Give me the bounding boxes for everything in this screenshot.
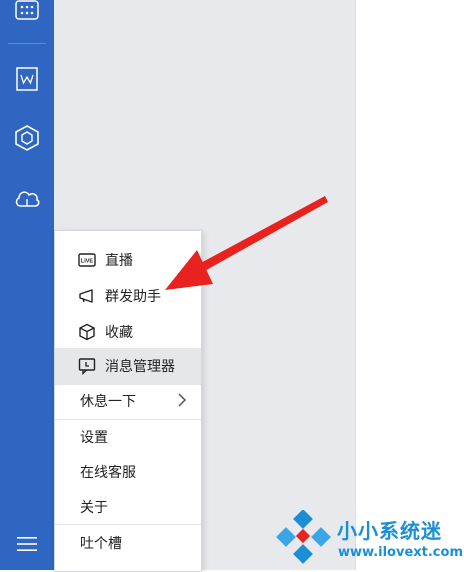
annotation-arrow xyxy=(165,196,328,290)
watermark-url: www.ilovext.com xyxy=(338,545,463,560)
watermark-logo-icon xyxy=(276,510,331,564)
watermark-name: 小小系统迷 xyxy=(337,519,442,543)
